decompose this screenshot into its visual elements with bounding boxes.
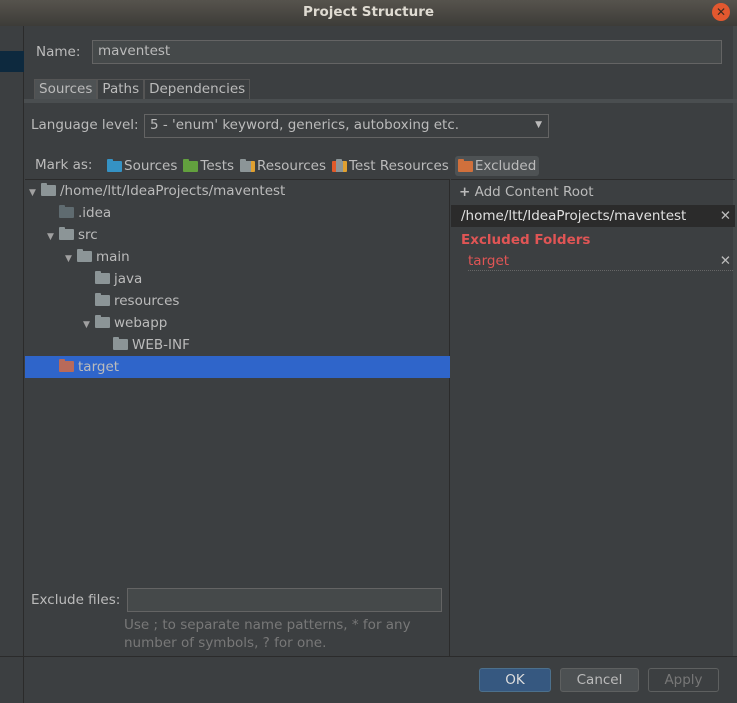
tree-node[interactable]: ▼ webapp bbox=[25, 312, 450, 334]
folder-icon bbox=[113, 337, 128, 350]
expand-arrow-icon[interactable]: ▼ bbox=[65, 248, 77, 270]
content-root-panel: + Add Content Root /home/ltt/IdeaProject… bbox=[451, 179, 735, 656]
tree-node[interactable]: java bbox=[25, 268, 450, 290]
language-level-label: Language level: bbox=[31, 117, 139, 133]
tree-node-label: java bbox=[114, 271, 143, 287]
folder-icon bbox=[95, 315, 110, 328]
tree-node[interactable]: target bbox=[25, 356, 450, 378]
folder-icon bbox=[41, 183, 56, 196]
folder-icon bbox=[77, 249, 92, 262]
content-root-header: /home/ltt/IdeaProjects/maventest ✕ bbox=[451, 205, 735, 227]
expand-arrow-icon[interactable]: ▼ bbox=[47, 226, 59, 248]
sidebar bbox=[0, 26, 24, 703]
mark-resources-button[interactable]: Resources bbox=[240, 158, 326, 174]
excluded-folder-icon bbox=[457, 158, 473, 172]
folder-icon bbox=[59, 205, 74, 218]
window-title: Project Structure bbox=[302, 4, 435, 20]
mark-sources-button[interactable]: Sources bbox=[107, 158, 177, 174]
language-level-value: 5 - 'enum' keyword, generics, autoboxing… bbox=[150, 117, 460, 133]
ok-button[interactable]: OK bbox=[479, 668, 551, 692]
close-icon[interactable]: ✕ bbox=[712, 3, 730, 21]
footer-divider bbox=[0, 656, 737, 657]
tree-node-label: WEB-INF bbox=[132, 337, 190, 353]
tree-node-label: /home/ltt/IdeaProjects/maventest bbox=[60, 183, 286, 199]
cancel-button[interactable]: Cancel bbox=[560, 668, 639, 692]
add-content-root-button[interactable]: + Add Content Root bbox=[459, 184, 594, 200]
name-label: Name: bbox=[36, 44, 81, 60]
test-resources-folder-icon bbox=[331, 158, 347, 172]
folder-icon bbox=[95, 271, 110, 284]
tab-sources[interactable]: Sources bbox=[34, 79, 98, 100]
remove-excluded-icon[interactable]: ✕ bbox=[720, 252, 731, 270]
tree-node-label: src bbox=[78, 227, 98, 243]
title-bar: Project Structure bbox=[0, 0, 737, 26]
tree-node-label: target bbox=[78, 359, 120, 375]
tree-node-label: main bbox=[96, 249, 130, 265]
remove-root-icon[interactable]: ✕ bbox=[720, 205, 731, 227]
tree-node-label: resources bbox=[114, 293, 180, 309]
mark-as-label: Mark as: bbox=[35, 157, 93, 173]
tab-dependencies[interactable]: Dependencies bbox=[144, 79, 251, 100]
tree-node[interactable]: resources bbox=[25, 290, 450, 312]
tree-node-label: .idea bbox=[78, 205, 112, 221]
excluded-folder-item: target ✕ bbox=[468, 252, 733, 271]
plus-icon: + bbox=[459, 184, 471, 200]
tab-paths[interactable]: Paths bbox=[97, 79, 145, 100]
tree-node-label: webapp bbox=[114, 315, 168, 331]
tab-divider bbox=[24, 99, 737, 103]
folder-icon bbox=[59, 227, 74, 240]
tree-node[interactable]: .idea bbox=[25, 202, 450, 224]
tree-node[interactable]: ▼ /home/ltt/IdeaProjects/maventest bbox=[25, 180, 450, 202]
language-level-select[interactable]: 5 - 'enum' keyword, generics, autoboxing… bbox=[144, 114, 549, 138]
tab-bar: Sources Paths Dependencies bbox=[34, 79, 251, 100]
folder-tree[interactable]: ▼/home/ltt/IdeaProjects/maventest .idea ▼ s… bbox=[25, 179, 450, 656]
folder-icon bbox=[59, 359, 74, 372]
name-input[interactable]: maventest bbox=[92, 40, 722, 64]
tree-node[interactable]: WEB-INF bbox=[25, 334, 450, 356]
exclude-files-label: Exclude files: bbox=[31, 592, 121, 608]
exclude-files-input[interactable] bbox=[127, 588, 442, 612]
tests-folder-icon bbox=[183, 158, 199, 172]
chevron-down-icon: ▼ bbox=[535, 120, 542, 130]
folder-icon bbox=[95, 293, 110, 306]
mark-excluded-button[interactable]: Excluded bbox=[454, 156, 540, 176]
expand-arrow-icon[interactable]: ▼ bbox=[29, 182, 41, 204]
mark-test-resources-button[interactable]: Test Resources bbox=[331, 158, 449, 174]
apply-button[interactable]: Apply bbox=[648, 668, 719, 692]
resources-folder-icon bbox=[240, 158, 256, 172]
tree-node[interactable]: ▼ main bbox=[25, 246, 450, 268]
mark-tests-button[interactable]: Tests bbox=[183, 158, 234, 174]
sources-folder-icon bbox=[107, 158, 122, 172]
expand-arrow-icon[interactable]: ▼ bbox=[83, 314, 95, 336]
mark-as-toolbar: Sources Tests Resources Test Resources E… bbox=[107, 155, 545, 177]
excluded-folders-title: Excluded Folders bbox=[461, 232, 591, 248]
tree-node[interactable]: ▼ src bbox=[25, 224, 450, 246]
sidebar-selected-item[interactable] bbox=[0, 51, 24, 72]
exclude-files-hint: Use ; to separate name patterns, * for a… bbox=[124, 617, 411, 651]
